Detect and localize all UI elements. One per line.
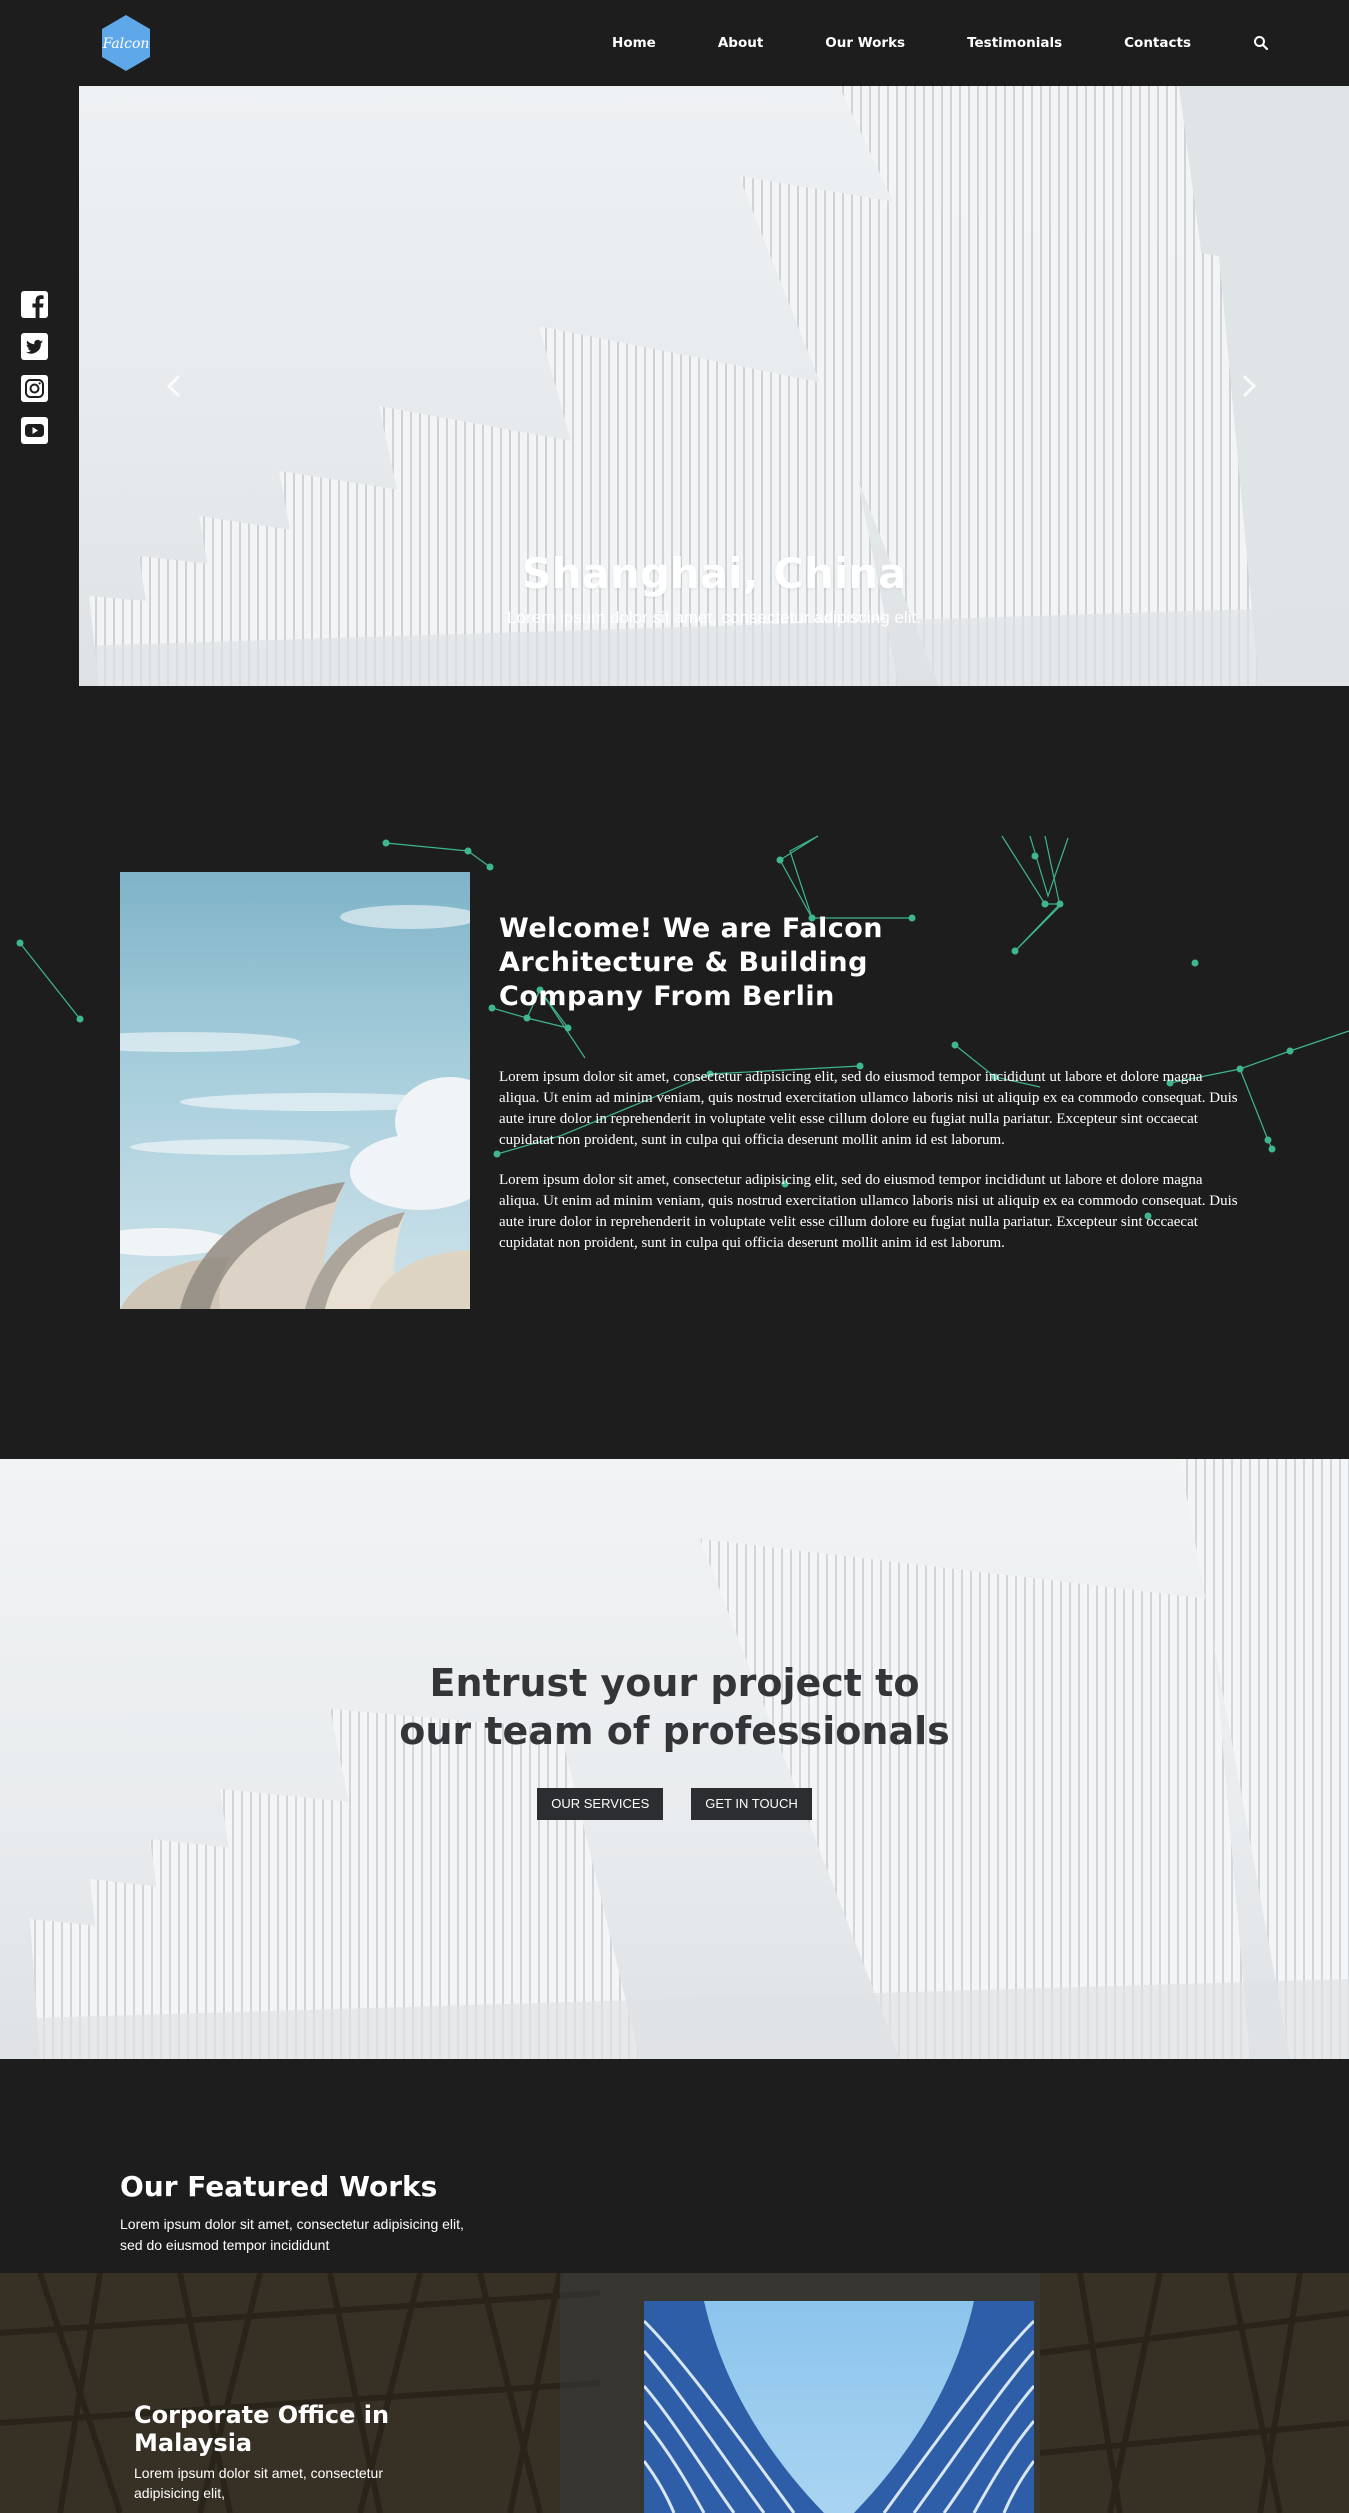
welcome-paragraph-1: Lorem ipsum dolor sit amet, consectetur … xyxy=(499,1069,1238,1148)
cta-buttons: OUR SERVICES GET IN TOUCH xyxy=(0,1788,1349,1820)
nav-about[interactable]: About xyxy=(718,35,763,51)
main-nav: Home About Our Works Testimonials Contac… xyxy=(550,0,1269,86)
cta-section: Entrust your project to our team of prof… xyxy=(0,1459,1349,2059)
hero-subtitle: Lorem ipsum dolor sit amet, consectetur … xyxy=(507,608,921,627)
get-in-touch-button[interactable]: GET IN TOUCH xyxy=(691,1788,812,1820)
building-facade-right xyxy=(854,2301,1034,2513)
welcome-paragraph-2: Lorem ipsum dolor sit amet, consectetur … xyxy=(499,1172,1238,1251)
nav-contacts[interactable]: Contacts xyxy=(1124,35,1191,51)
search-icon[interactable] xyxy=(1253,35,1269,51)
welcome-section: Welcome! We are Falcon Architecture & Bu… xyxy=(0,686,1349,1459)
welcome-title: Welcome! We are Falcon Architecture & Bu… xyxy=(499,913,883,1012)
project-description: Lorem ipsum dolor sit amet, consectetur … xyxy=(134,2465,383,2501)
featured-works-section: Our Featured Works Lorem ipsum dolor sit… xyxy=(0,2059,1349,2513)
instagram-icon[interactable] xyxy=(20,374,49,403)
slider-prev-arrow-icon[interactable] xyxy=(164,373,184,399)
falcon-logo[interactable]: Falcon xyxy=(97,14,155,72)
nav-home[interactable]: Home xyxy=(612,35,656,51)
featured-works-title: Our Featured Works xyxy=(120,2170,438,2203)
building-facade-left xyxy=(644,2301,824,2513)
project-title: Corporate Office in Malaysia xyxy=(134,2401,390,2457)
logo-text: Falcon xyxy=(102,36,150,52)
slider-next-arrow-icon[interactable] xyxy=(1239,373,1259,399)
hexagon-logo-icon: Falcon xyxy=(102,15,150,71)
hero-slider: Shanghai, China Lorem ipsum dolor sit am… xyxy=(79,86,1349,686)
blue-building-image xyxy=(644,2301,1034,2513)
youtube-icon[interactable] xyxy=(20,416,49,445)
cta-title-text: Entrust your project to our team of prof… xyxy=(399,1661,950,1753)
top-navigation-bar: Falcon Home About Our Works Testimonials… xyxy=(0,0,1349,86)
cta-architecture-image xyxy=(0,1459,1349,2059)
social-sidebar xyxy=(20,290,50,458)
our-services-button[interactable]: OUR SERVICES xyxy=(537,1788,664,1820)
project-photo xyxy=(644,2301,1034,2513)
opera-house-photo xyxy=(120,872,470,1309)
featured-works-subtitle: Lorem ipsum dolor sit amet, consectetur … xyxy=(120,2216,464,2253)
nav-testimonials[interactable]: Testimonials xyxy=(967,35,1062,51)
opera-house-image xyxy=(120,905,470,1309)
nav-our-works[interactable]: Our Works xyxy=(825,35,905,51)
hero-title: Shanghai, China xyxy=(521,549,907,598)
facebook-icon[interactable] xyxy=(20,290,49,319)
project-card[interactable]: Corporate Office in Malaysia Lorem ipsum… xyxy=(0,2273,1349,2513)
cta-title: Entrust your project to our team of prof… xyxy=(0,1659,1349,1755)
twitter-icon[interactable] xyxy=(20,332,49,361)
